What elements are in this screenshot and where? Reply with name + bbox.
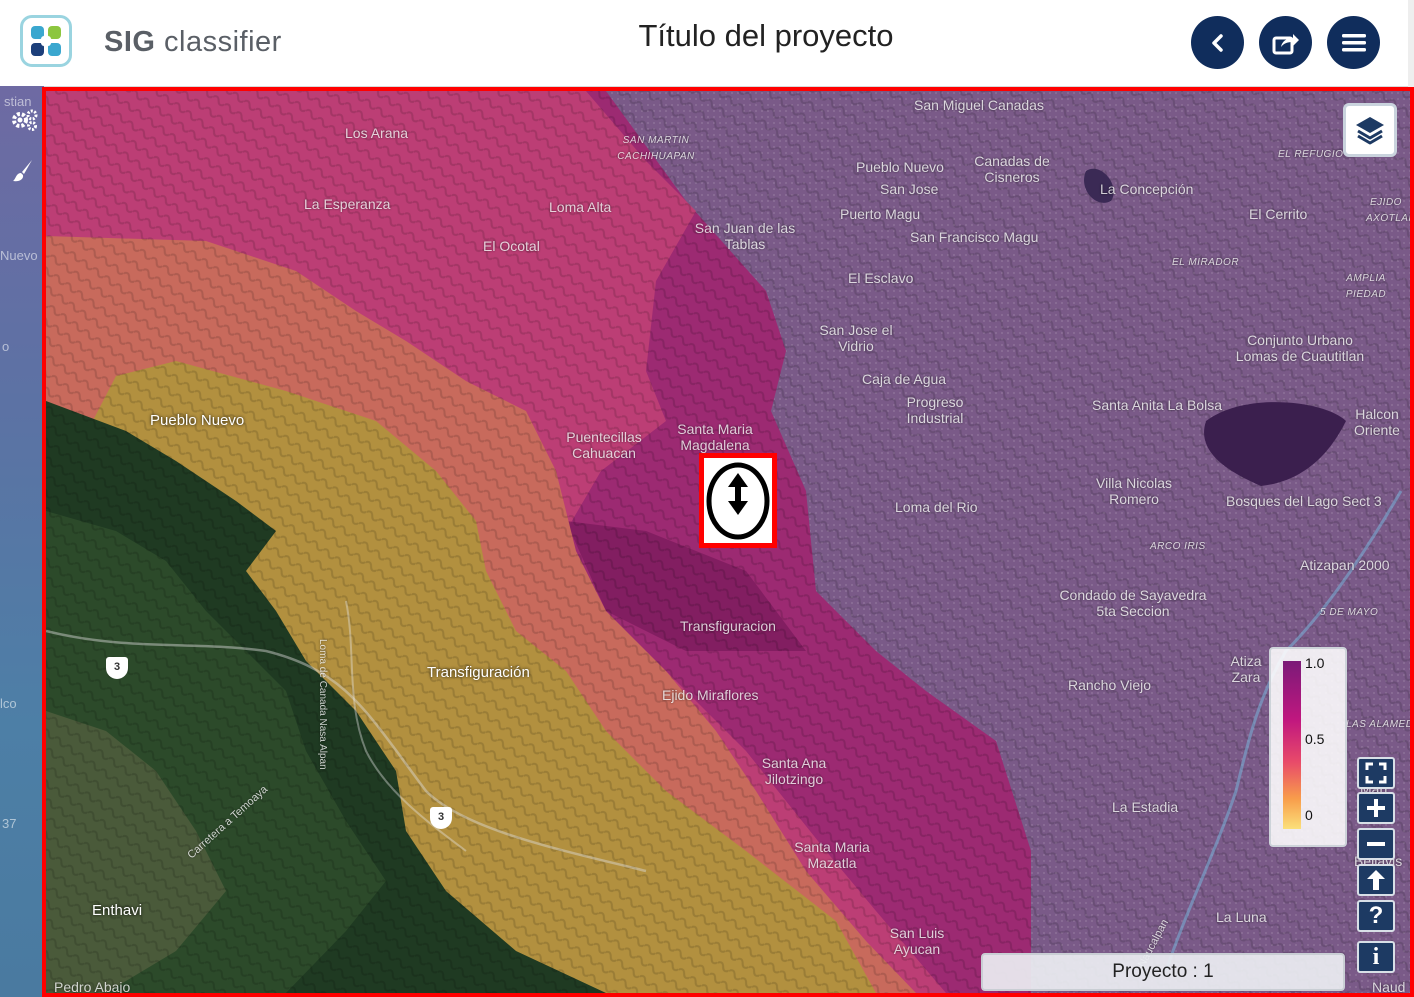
place-label: Los Arana: [345, 125, 409, 141]
plus-icon: [1367, 799, 1385, 817]
place-label: Loma del Rio: [895, 499, 978, 515]
place-label: San Miguel Canadas: [914, 97, 1044, 113]
place-label: Canadas de Cisneros: [974, 153, 1050, 185]
legend-max-label: 1.0: [1305, 655, 1325, 671]
sig-classifier-logo[interactable]: [20, 15, 72, 67]
project-title[interactable]: Título del proyecto: [560, 18, 972, 54]
place-label: Naud: [1372, 979, 1406, 995]
share-icon: [1272, 33, 1299, 54]
fullscreen-button[interactable]: [1357, 757, 1395, 789]
north-button[interactable]: [1357, 864, 1395, 896]
place-label: Pedro Abajo: [54, 979, 131, 995]
place-label: San Jose: [880, 181, 939, 197]
place-label: Halcon Oriente: [1354, 406, 1400, 438]
place-label: EL REFUGIO: [1278, 149, 1344, 160]
place-label: Pueblo Nuevo: [856, 159, 944, 175]
share-button[interactable]: [1259, 16, 1312, 69]
legend-min-label: 0: [1305, 807, 1313, 823]
place-label: La Concepción: [1100, 181, 1194, 197]
place-label: Progreso Industrial: [906, 394, 964, 426]
place-label: LAS ALAMEDAS: [1346, 719, 1414, 730]
map-legend: 1.0 0.5 0: [1269, 647, 1347, 847]
info-icon: i: [1372, 943, 1380, 970]
road-shield-icon: 3: [430, 807, 452, 829]
place-label: Santa Anita La Bolsa: [1092, 397, 1222, 413]
place-label: SAN MARTIN CACHIHUAPAN: [617, 135, 695, 162]
app-name: SIG classifier: [104, 26, 282, 59]
brush-icon[interactable]: [10, 158, 36, 189]
place-label: Enthavi: [92, 902, 143, 919]
place-label: AMPLIA PIEDAD: [1345, 273, 1387, 300]
mouse-scroll-indicator: [699, 453, 777, 548]
project-status-bar: Proyecto : 1: [981, 953, 1345, 991]
place-label: ARCO IRIS: [1150, 541, 1206, 552]
map-fragment-label: stian: [4, 94, 32, 109]
place-label: La Estadia: [1112, 799, 1179, 815]
layers-icon: [1356, 117, 1384, 145]
legend-mid-label: 0.5: [1305, 731, 1325, 747]
app-name-rest: classifier: [164, 26, 282, 58]
place-label: Conjunto Urbano Lomas de Cuautitlan: [1235, 332, 1365, 364]
place-label: Pueblo Nuevo: [150, 412, 245, 429]
place-label: San Jose el Vidrio: [819, 322, 893, 354]
question-icon: ?: [1368, 902, 1384, 929]
app-header: SIG classifier Título del proyecto: [0, 0, 1414, 87]
place-label: Villa Nicolas Romero: [1096, 475, 1172, 507]
zoom-in-button[interactable]: [1357, 792, 1395, 824]
place-label: La Esperanza: [304, 196, 391, 212]
place-label: El Esclavo: [848, 270, 914, 286]
place-label: EL MIRADOR: [1172, 257, 1240, 268]
place-label: Santa Maria Mazatla: [794, 839, 870, 871]
place-label: Atizapan 2000: [1300, 557, 1390, 573]
place-label: Puerto Magu: [840, 206, 921, 222]
map-fragment-label: Nuevo: [0, 248, 38, 263]
place-label: EJIDO AXOTLAN: [1366, 197, 1414, 224]
back-button[interactable]: [1191, 16, 1244, 69]
zoom-out-button[interactable]: [1357, 828, 1395, 860]
place-label: El Cerrito: [1249, 206, 1308, 222]
settings-icon[interactable]: [10, 108, 38, 137]
menu-button[interactable]: [1327, 16, 1380, 69]
map-fragment-label: lco: [0, 696, 17, 711]
app-name-bold: SIG: [104, 26, 156, 58]
mouse-scroll-icon: [706, 462, 770, 539]
place-label: San Luis Ayucan: [889, 925, 945, 957]
map-view[interactable]: San Miguel Canadas Los Arana SAN MARTIN …: [42, 87, 1414, 997]
minus-icon: [1367, 842, 1385, 846]
info-button[interactable]: i: [1357, 941, 1395, 973]
map-fragment-label: o: [2, 339, 10, 354]
place-label: Transfiguracion: [680, 618, 776, 634]
help-button[interactable]: ?: [1357, 900, 1395, 932]
place-label: Ejido Miraflores: [662, 687, 759, 703]
chevron-left-icon: [1211, 33, 1223, 52]
map-fragment-label: 37: [2, 816, 17, 831]
place-label: Bosques del Lago Sect 3: [1226, 493, 1382, 509]
layers-button[interactable]: [1343, 103, 1397, 157]
fullscreen-icon: [1365, 762, 1387, 784]
place-label: Rancho Viejo: [1068, 677, 1152, 693]
place-label: Santa Maria Magdalena: [677, 421, 753, 453]
place-label: Loma Alta: [549, 199, 612, 215]
place-label: Caja de Agua: [862, 371, 947, 387]
left-toolbar: stian Nuevo o lco 37: [0, 86, 44, 997]
place-label: Condado de Sayavedra 5ta Seccion: [1059, 587, 1207, 619]
place-label: La Luna: [1216, 909, 1267, 925]
place-label: San Juan de las Tablas: [694, 220, 796, 252]
logo-mark-icon: [31, 26, 61, 56]
place-label: 5 DE MAYO: [1320, 607, 1379, 618]
place-label: El Ocotal: [483, 238, 540, 254]
arrow-up-icon: [1367, 870, 1385, 890]
place-label: Atiza Zara: [1230, 653, 1262, 685]
place-label: Santa Ana Jilotzingo: [761, 755, 827, 787]
place-label: San Francisco Magu: [910, 229, 1039, 245]
road-label: Loma de Canada Nasa Alpan: [317, 639, 328, 770]
place-label: Puentecillas Cahuacan: [566, 429, 642, 461]
hamburger-icon: [1341, 33, 1366, 51]
legend-color-ramp: [1283, 661, 1301, 829]
place-label: Transfiguración: [427, 664, 530, 681]
road-shield-icon: 3: [106, 657, 128, 679]
